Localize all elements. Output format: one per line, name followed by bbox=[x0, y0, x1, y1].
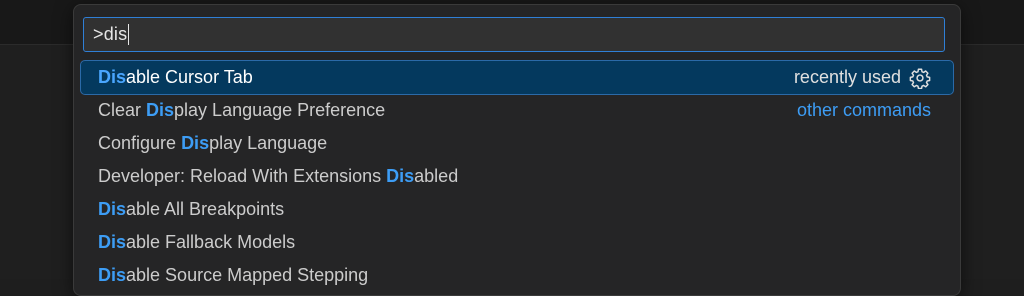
command-item[interactable]: Clear Display Language Preference other c… bbox=[81, 94, 953, 127]
command-item-label-suffix: abled bbox=[414, 166, 459, 186]
command-item-label: Disable Fallback Models bbox=[98, 232, 295, 253]
command-palette: >dis Disable Cursor Tab recently used Clea… bbox=[73, 4, 961, 296]
command-item-match-highlight: Dis bbox=[386, 166, 415, 186]
command-palette-input[interactable]: >dis bbox=[83, 17, 945, 52]
command-item-match-highlight: Dis bbox=[98, 67, 127, 87]
recently-used-label: recently used bbox=[793, 67, 901, 87]
command-item[interactable]: Disable Fallback Models bbox=[81, 226, 953, 259]
command-item-meta: other commands bbox=[797, 100, 931, 121]
command-item[interactable]: Configure Display Language bbox=[81, 127, 953, 160]
text-caret bbox=[128, 24, 130, 45]
command-list: Disable Cursor Tab recently used Clear Dis… bbox=[80, 60, 954, 292]
command-item-match-highlight: Dis bbox=[98, 199, 127, 219]
command-item-label-suffix: play Language bbox=[209, 133, 328, 153]
command-item-label: Disable All Breakpoints bbox=[98, 199, 284, 220]
command-item-label: Configure Display Language bbox=[98, 133, 327, 154]
command-item-label-suffix: able Fallback Models bbox=[126, 232, 296, 252]
command-item-match-highlight: Dis bbox=[98, 265, 127, 285]
command-item-label-prefix: Developer: Reload With Extensions bbox=[98, 166, 387, 186]
command-item-label-suffix: play Language Preference bbox=[174, 100, 386, 120]
command-palette-input-value[interactable]: >dis bbox=[93, 24, 127, 45]
command-item-match-highlight: Dis bbox=[146, 100, 175, 120]
command-item-label: Developer: Reload With Extensions Disabl… bbox=[98, 166, 458, 187]
other-commands-label: other commands bbox=[796, 100, 931, 120]
command-item-label: Disable Cursor Tab bbox=[98, 67, 253, 88]
command-item-label-suffix: able Cursor Tab bbox=[126, 67, 253, 87]
command-item[interactable]: Disable Cursor Tab recently used bbox=[80, 60, 954, 95]
command-item[interactable]: Developer: Reload With Extensions Disabl… bbox=[81, 160, 953, 193]
command-item-label-suffix: able Source Mapped Stepping bbox=[126, 265, 369, 285]
command-item-label-prefix: Clear bbox=[98, 100, 147, 120]
gear-icon[interactable] bbox=[909, 67, 931, 89]
command-item-label-prefix: Configure bbox=[98, 133, 182, 153]
command-item-label: Disable Source Mapped Stepping bbox=[98, 265, 368, 286]
command-item-match-highlight: Dis bbox=[181, 133, 210, 153]
command-item-label-suffix: able All Breakpoints bbox=[126, 199, 285, 219]
command-item-label: Clear Display Language Preference bbox=[98, 100, 385, 121]
command-item-match-highlight: Dis bbox=[98, 232, 127, 252]
command-item[interactable]: Disable Source Mapped Stepping bbox=[81, 259, 953, 292]
command-item[interactable]: Disable All Breakpoints bbox=[81, 193, 953, 226]
command-item-meta: recently used bbox=[794, 67, 931, 89]
